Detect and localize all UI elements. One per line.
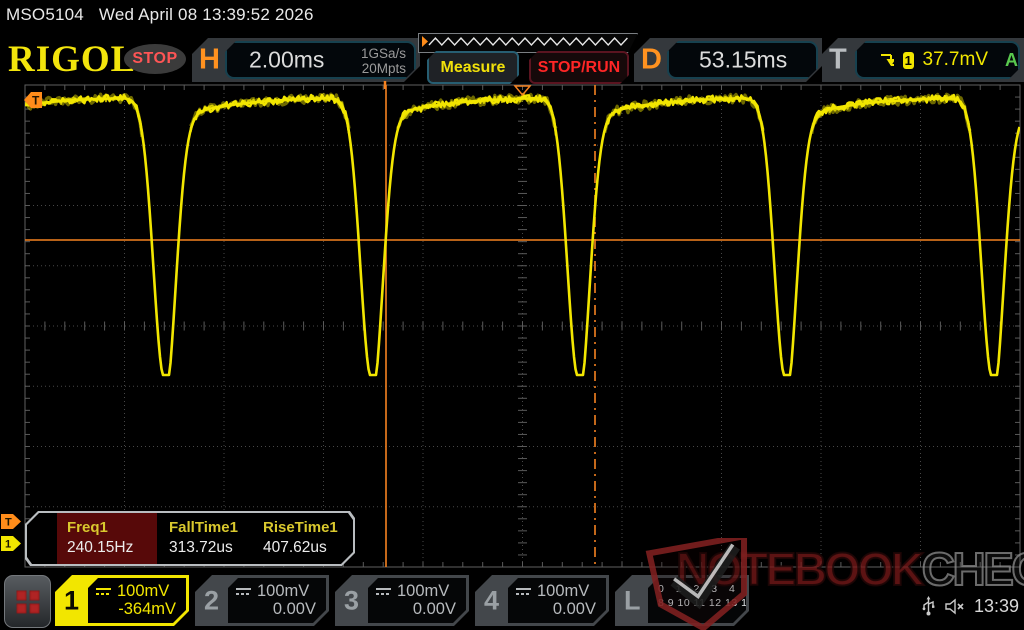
logic-label: L	[624, 585, 641, 615]
channel-4-box[interactable]: 4 100mV 0.00V	[475, 575, 609, 626]
measurement-results-inner: Freq1 240.15Hz FallTime1 313.72us RiseTi…	[27, 513, 353, 564]
logic-digits-row1: 0 1 2 3 4 5 6 7	[658, 583, 793, 595]
menu-button[interactable]	[4, 575, 51, 628]
dc-coupling-icon	[236, 587, 251, 596]
channel-panel: 100mV -364mV	[88, 578, 186, 623]
trigger-level-marker-label: T	[5, 517, 12, 529]
clock-time: 13:39	[973, 595, 1019, 616]
logic-panel: 0 1 2 3 4 5 6 7 8 9 10 11 12 13 14 15	[648, 578, 746, 623]
channel-1-box[interactable]: 1 100mV -364mV	[55, 575, 189, 626]
dc-coupling-icon	[516, 587, 531, 596]
usb-icon[interactable]	[921, 595, 936, 617]
channel-2-box[interactable]: 2 100mV 0.00V	[195, 575, 329, 626]
measurement-value: 407.62us	[263, 539, 327, 556]
channel-offset: -364mV	[118, 600, 176, 618]
speaker-muted-icon[interactable]	[944, 598, 966, 615]
measurement-value: 313.72us	[169, 539, 233, 556]
measurement-cell-falltime[interactable]: FallTime1 313.72us	[159, 513, 253, 564]
channel-offset: 0.00V	[272, 600, 316, 618]
measurement-results-box[interactable]: Freq1 240.15Hz FallTime1 313.72us RiseTi…	[25, 511, 355, 566]
channel-offset: 0.00V	[552, 600, 596, 618]
trigger-offscreen-flag-label: T	[32, 94, 40, 108]
channel-scale: 100mV	[397, 582, 450, 600]
channel-number: 3	[344, 585, 360, 615]
channel-offset: 0.00V	[412, 600, 456, 618]
channel-number: 4	[484, 585, 500, 615]
channel-scale: 100mV	[257, 582, 310, 600]
logic-analyzer-box[interactable]: L 0 1 2 3 4 5 6 7 8 9 10 11 12 13 14 15	[615, 575, 749, 626]
channel-panel: 100mV 0.00V	[368, 578, 466, 623]
grid-menu-icon	[16, 590, 39, 613]
channel-scale: 100mV	[537, 582, 590, 600]
scope-markers[interactable]: T T 1	[1, 81, 532, 551]
status-tray: 13:39	[921, 593, 1024, 619]
channel-number: 1	[64, 585, 80, 615]
channel-panel: 100mV 0.00V	[508, 578, 606, 623]
oscilloscope-screen: MSO5104 Wed April 08 13:39:52 2026 RIGOL…	[0, 0, 1024, 630]
logic-digits-row2: 8 9 10 11 12 13 14 15	[658, 597, 770, 609]
channel-scale: 100mV	[117, 582, 170, 600]
ch1-ground-marker-label: 1	[5, 539, 11, 551]
channel-3-box[interactable]: 3 100mV 0.00V	[335, 575, 469, 626]
measurement-cell-freq[interactable]: Freq1 240.15Hz	[57, 513, 157, 564]
measurement-label: RiseTime1	[263, 519, 338, 536]
channel-number: 2	[204, 585, 220, 615]
measurement-label: FallTime1	[169, 519, 238, 536]
dc-coupling-icon	[376, 587, 391, 596]
dc-coupling-icon	[96, 587, 111, 596]
channel-bar: 1 100mV -364mV 2 100mV 0.00V 3 100mV 0.0…	[0, 575, 1024, 630]
measurement-cell-risetime[interactable]: RiseTime1 407.62us	[253, 513, 353, 564]
channel-panel: 100mV 0.00V	[228, 578, 326, 623]
measurement-label: Freq1	[67, 519, 108, 536]
measurement-value: 240.15Hz	[67, 539, 134, 556]
ch1-waveform-trace	[25, 94, 1020, 377]
